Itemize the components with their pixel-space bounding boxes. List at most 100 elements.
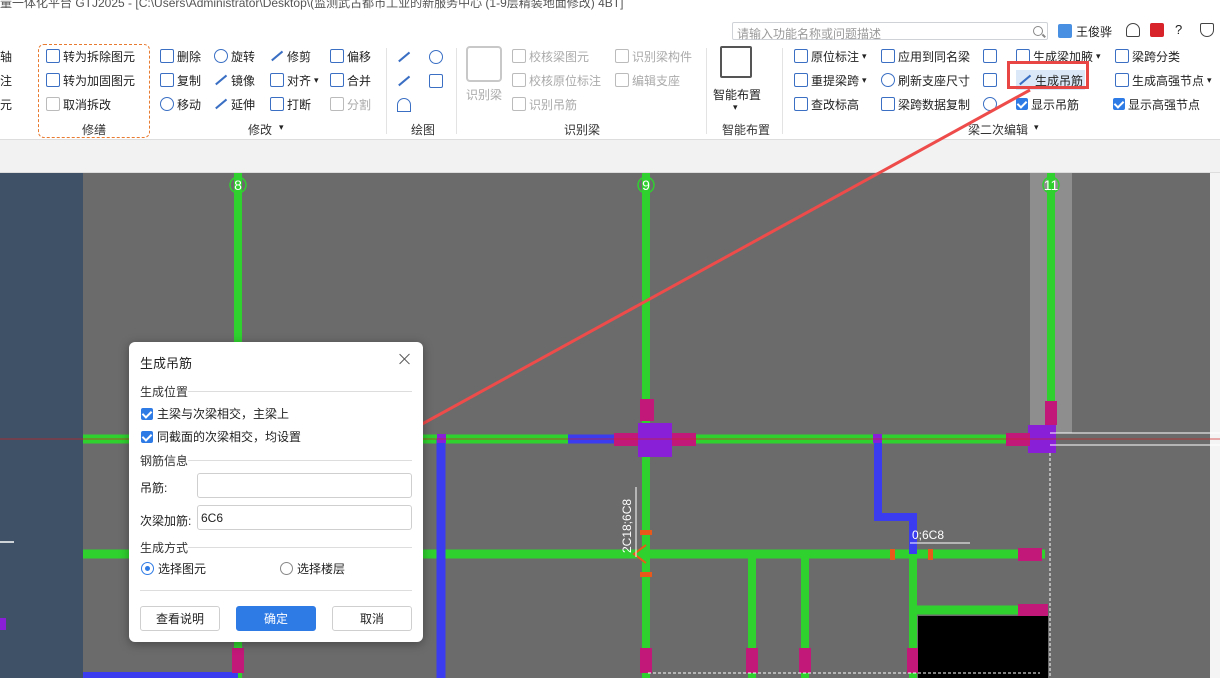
radio-select-floor[interactable]: 选择楼层 <box>280 560 345 577</box>
split-icon <box>330 97 344 111</box>
checkbox-checked[interactable] <box>141 430 153 443</box>
support-7 <box>232 648 244 673</box>
move-button[interactable]: 移动 <box>160 94 201 114</box>
show-hanger-checkbox[interactable]: 显示吊筋 <box>1016 94 1079 114</box>
ok-button[interactable]: 确定 <box>236 606 316 631</box>
smart-layout-icon[interactable] <box>720 46 752 78</box>
hanger-input[interactable] <box>197 473 412 498</box>
secondary-reinforce-input[interactable]: 6C6 <box>197 505 412 530</box>
view-help-button[interactable]: 查看说明 <box>140 606 220 631</box>
copy-span-data-button[interactable]: 梁跨数据复制 <box>881 94 970 114</box>
split-label: 分割 <box>347 97 372 112</box>
search-icon[interactable] <box>1033 26 1043 36</box>
circle-icon[interactable] <box>429 50 443 64</box>
shirt-icon[interactable] <box>1200 23 1214 37</box>
chevron-down-icon: ▾ <box>314 74 319 85</box>
copy-label: 复制 <box>177 73 202 88</box>
smart-layout-big-label[interactable]: 智能布置 <box>713 86 761 103</box>
radio-select-element[interactable]: 选择图元 <box>141 560 206 577</box>
trim-button[interactable]: 修剪 <box>270 46 311 66</box>
help-icon[interactable]: ? <box>1175 23 1189 37</box>
align-button[interactable]: 对齐 ▾ <box>270 70 319 90</box>
generate-hanger-dialog: 生成吊筋 生成位置 主梁与次梁相交，主梁上 同截面的次梁相交，均设置 钢筋信息 … <box>129 342 423 642</box>
left-partial-2-label: 注 <box>0 73 13 88</box>
cancel-demolish-button[interactable]: 取消拆改 <box>46 94 111 114</box>
mirror-label: 镜像 <box>231 73 256 88</box>
beam-span-classify-button[interactable]: 梁跨分类 <box>1115 46 1180 66</box>
support-4 <box>1045 401 1057 425</box>
top-bar: 请输入功能名称或问题描述 王俊骅 ? <box>0 18 1220 42</box>
break-button[interactable]: 打断 <box>270 94 311 114</box>
left-partial-1[interactable]: 轴 <box>0 46 12 66</box>
convert-demolish-label: 转为拆除图元 <box>63 49 136 64</box>
show-bolt-node-checkbox[interactable]: 显示高强节点 <box>1113 94 1200 114</box>
edit-support-button[interactable]: 编辑支座 <box>615 70 680 90</box>
convert-reinforce-label: 转为加固图元 <box>63 73 136 88</box>
in-place-annotation-button[interactable]: 原位标注 ▾ <box>794 46 867 66</box>
identify-beam-big-label[interactable]: 识别梁 <box>466 86 502 103</box>
re-extract-span-button[interactable]: 重提梁跨 ▾ <box>794 70 867 90</box>
cube-icon <box>46 97 60 111</box>
axis-8-label: 8 <box>234 177 242 193</box>
edit-elevation-button[interactable]: 查改标高 <box>794 94 859 114</box>
line-icon[interactable] <box>397 74 411 88</box>
chevron-down-icon[interactable]: ▾ <box>1034 122 1039 133</box>
generate-bolt-node-button[interactable]: 生成高强节点 ▾ <box>1115 70 1212 90</box>
search-input[interactable]: 请输入功能名称或问题描述 <box>737 25 881 42</box>
void-block <box>918 616 1048 678</box>
apply-same-name-button[interactable]: 应用到同名梁 <box>881 46 970 66</box>
point-icon[interactable] <box>397 50 411 64</box>
offset-label: 偏移 <box>347 49 372 64</box>
support-11 <box>746 648 758 673</box>
left-panel-area <box>0 173 83 678</box>
checkbox-checked[interactable] <box>141 407 153 420</box>
grid-icon[interactable] <box>983 49 997 63</box>
annotation-icon <box>794 49 808 63</box>
calculator-icon[interactable] <box>1150 23 1164 37</box>
axis-11-label: 11 <box>1044 177 1059 193</box>
arc-icon[interactable] <box>397 98 411 112</box>
close-icon[interactable] <box>399 353 411 365</box>
extend-button[interactable]: 延伸 <box>214 94 255 114</box>
search-box[interactable]: 请输入功能名称或问题描述 <box>732 22 1048 42</box>
rotate-button[interactable]: 旋转 <box>214 46 255 66</box>
chevron-down-icon[interactable]: ▾ <box>279 122 284 133</box>
divider <box>782 48 783 134</box>
option-same-section[interactable]: 同截面的次梁相交，均设置 <box>141 428 301 445</box>
copy-button[interactable]: 复制 <box>160 70 201 90</box>
user-account[interactable]: 王俊骅 <box>1058 22 1112 40</box>
delete-button[interactable]: 删除 <box>160 46 201 66</box>
identify-beam-icon[interactable] <box>466 46 502 82</box>
refresh-support-button[interactable]: 刷新支座尺寸 <box>881 70 970 90</box>
check-beam-button[interactable]: 校核梁图元 <box>512 46 589 66</box>
left-partial-3[interactable]: 元 <box>0 94 12 114</box>
mirror-icon <box>214 73 228 87</box>
split-button[interactable]: 分割 <box>330 94 371 114</box>
checkbox-checked[interactable] <box>1113 98 1125 110</box>
support-8 <box>640 648 652 673</box>
mirror-button[interactable]: 镜像 <box>214 70 255 90</box>
identify-component-button[interactable]: 识别梁构件 <box>615 46 692 66</box>
convert-reinforce-button[interactable]: 转为加固图元 <box>46 70 135 90</box>
radio-unselected[interactable] <box>280 562 293 575</box>
headset-icon[interactable] <box>1126 23 1140 37</box>
check-annotation-button[interactable]: 校核原位标注 <box>512 70 601 90</box>
cancel-button[interactable]: 取消 <box>332 606 412 631</box>
bell-icon[interactable] <box>983 97 997 111</box>
radio-select-element-label: 选择图元 <box>158 562 207 576</box>
checkbox-checked[interactable] <box>1016 98 1028 110</box>
radio-selected[interactable] <box>141 562 154 575</box>
trim-label: 修剪 <box>287 49 312 64</box>
left-partial-2[interactable]: 注 <box>0 70 12 90</box>
chevron-down-icon: ▾ <box>862 74 867 85</box>
check-icon <box>512 49 526 63</box>
identify-hanger-button[interactable]: 识别吊筋 <box>512 94 577 114</box>
offset-button[interactable]: 偏移 <box>330 46 371 66</box>
option-main-beam[interactable]: 主梁与次梁相交，主梁上 <box>141 405 289 422</box>
merge-button[interactable]: 合并 <box>330 70 371 90</box>
convert-demolish-button[interactable]: 转为拆除图元 <box>46 46 135 66</box>
select-icon[interactable] <box>983 73 997 87</box>
rectangle-icon[interactable] <box>429 74 443 88</box>
chevron-down-icon[interactable]: ▾ <box>733 102 738 113</box>
window-title: 量一体化平台 GTJ2025 - [C:\Users\Administrator… <box>0 0 624 10</box>
